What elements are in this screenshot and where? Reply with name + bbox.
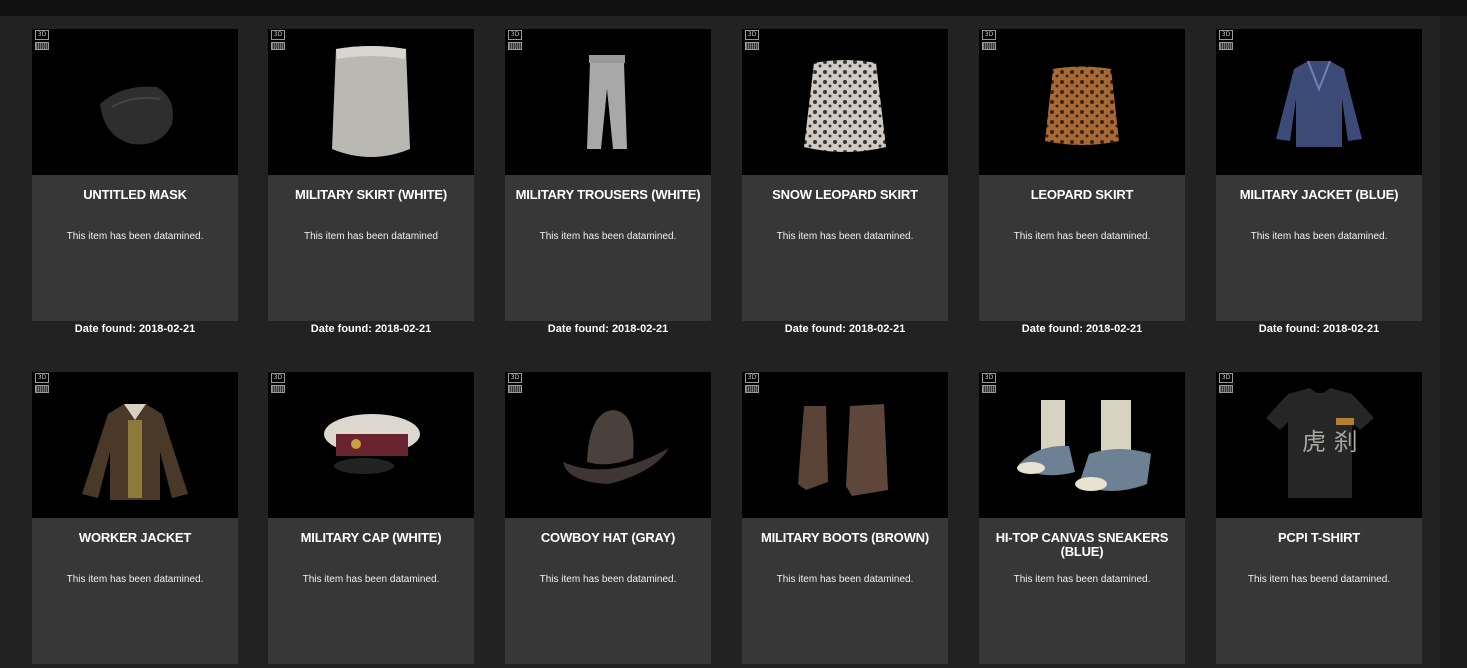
skirt-icon (1045, 66, 1119, 145)
item-title: LEOPARD SKIRT (1030, 187, 1134, 202)
hd-badge (1219, 42, 1233, 50)
item-title: HI-TOP CANVAS SNEAKERS (BLUE) (995, 530, 1169, 559)
3d-badge: 3D (271, 30, 285, 40)
item-title: WORKER JACKET (78, 530, 192, 545)
item-thumbnail[interactable]: 3D (32, 29, 238, 175)
3d-badge: 3D (1219, 373, 1233, 383)
item-description: This item has been datamined. (539, 231, 677, 242)
item-description: This item has been datamined. (776, 231, 914, 242)
item-info-panel: WORKER JACKET This item has been datamin… (32, 518, 238, 664)
item-description: This item has been datamined. (66, 574, 204, 585)
trousers-icon (587, 55, 627, 149)
item-info-panel: MILITARY JACKET (BLUE) This item has bee… (1216, 175, 1422, 321)
item-title: SNOW LEOPARD SKIRT (772, 187, 918, 202)
item-title: MILITARY JACKET (BLUE) (1239, 187, 1399, 202)
skirt-icon (804, 60, 886, 152)
svg-text:虎 刹: 虎 刹 (1302, 428, 1358, 456)
3d-badge: 3D (271, 373, 285, 383)
hat-icon (563, 410, 669, 484)
item-thumbnail[interactable]: 3D (505, 29, 711, 175)
hd-badge (982, 42, 996, 50)
3d-badge: 3D (745, 30, 759, 40)
item-date-found: Date found: 2018-02-21 (74, 323, 196, 335)
item-info-panel: LEOPARD SKIRT This item has been datamin… (979, 175, 1185, 321)
3d-badge: 3D (35, 373, 49, 383)
item-info-panel: SNOW LEOPARD SKIRT This item has been da… (742, 175, 948, 321)
3d-badge: 3D (508, 30, 522, 40)
item-date-found: Date found: 2018-02-21 (1021, 323, 1143, 335)
item-thumbnail[interactable]: 3D (505, 372, 711, 518)
item-description: This item has been datamined. (539, 574, 677, 585)
item-info-panel: PCPI T-SHIRT This item has beend datamin… (1216, 518, 1422, 664)
3d-badge: 3D (982, 373, 996, 383)
item-description: This item has been datamined. (66, 231, 204, 242)
item-thumbnail[interactable]: 3D (32, 372, 238, 518)
item-info-panel: MILITARY TROUSERS (WHITE) This item has … (505, 175, 711, 321)
item-description: This item has been datamined. (302, 574, 440, 585)
item-description: This item has been datamined. (776, 574, 914, 585)
item-description: This item has been datamined. (1013, 231, 1151, 242)
3d-badge: 3D (745, 373, 759, 383)
item-title: PCPI T-SHIRT (1277, 530, 1361, 545)
item-info-panel: UNTITLED MASK This item has been datamin… (32, 175, 238, 321)
3d-badge: 3D (35, 30, 49, 40)
item-date-found: Date found: 2018-02-21 (547, 323, 669, 335)
item-info-panel: MILITARY CAP (WHITE) This item has been … (268, 518, 474, 664)
item-thumbnail[interactable]: 3D (742, 372, 948, 518)
item-thumbnail[interactable]: 3D (742, 29, 948, 175)
item-info-panel: MILITARY SKIRT (WHITE) This item has bee… (268, 175, 474, 321)
item-title: UNTITLED MASK (83, 187, 187, 202)
item-title: MILITARY CAP (WHITE) (300, 530, 442, 545)
hd-badge (271, 385, 285, 393)
sneakers-icon (1017, 400, 1151, 491)
hd-badge (745, 42, 759, 50)
3d-badge: 3D (1219, 30, 1233, 40)
item-description: This item has been datamined (304, 231, 438, 242)
top-bar (0, 0, 1467, 16)
item-title: COWBOY HAT (GRAY) (540, 530, 676, 545)
item-title: MILITARY BOOTS (BROWN) (761, 530, 929, 545)
boots-icon (798, 404, 888, 496)
item-thumbnail[interactable]: 3D (979, 372, 1185, 518)
hd-badge (982, 385, 996, 393)
item-title: MILITARY TROUSERS (WHITE) (515, 187, 701, 202)
item-info-panel: HI-TOP CANVAS SNEAKERS (BLUE) This item … (979, 518, 1185, 664)
item-thumbnail[interactable]: 3D (1216, 29, 1422, 175)
hd-badge (508, 385, 522, 393)
item-thumbnail[interactable]: 3D (979, 29, 1185, 175)
item-date-found: Date found: 2018-02-21 (310, 323, 432, 335)
item-description: This item has beend datamined. (1247, 574, 1391, 585)
item-info-panel: COWBOY HAT (GRAY) This item has been dat… (505, 518, 711, 664)
cap-icon (324, 414, 420, 474)
hd-badge (1219, 385, 1233, 393)
jacket-icon (82, 404, 188, 500)
hd-badge (745, 385, 759, 393)
skirt-icon (332, 46, 410, 157)
3d-badge: 3D (508, 373, 522, 383)
hd-badge (271, 42, 285, 50)
item-thumbnail[interactable]: 虎 刹 3D (1216, 372, 1422, 518)
hd-badge (508, 42, 522, 50)
hd-badge (35, 385, 49, 393)
item-description: This item has been datamined. (1013, 574, 1151, 585)
3d-badge: 3D (982, 30, 996, 40)
item-info-panel: MILITARY BOOTS (BROWN) This item has bee… (742, 518, 948, 664)
item-thumbnail[interactable]: 3D (268, 29, 474, 175)
item-date-found: Date found: 2018-02-21 (784, 323, 906, 335)
item-date-found: Date found: 2018-02-21 (1258, 323, 1380, 335)
item-title: MILITARY SKIRT (WHITE) (294, 187, 448, 202)
hd-badge (35, 42, 49, 50)
tshirt-icon: 虎 刹 (1266, 388, 1374, 498)
item-thumbnail[interactable]: 3D (268, 372, 474, 518)
jacket-icon (1276, 60, 1362, 147)
mask-icon (100, 86, 173, 145)
item-description: This item has been datamined. (1250, 231, 1388, 242)
